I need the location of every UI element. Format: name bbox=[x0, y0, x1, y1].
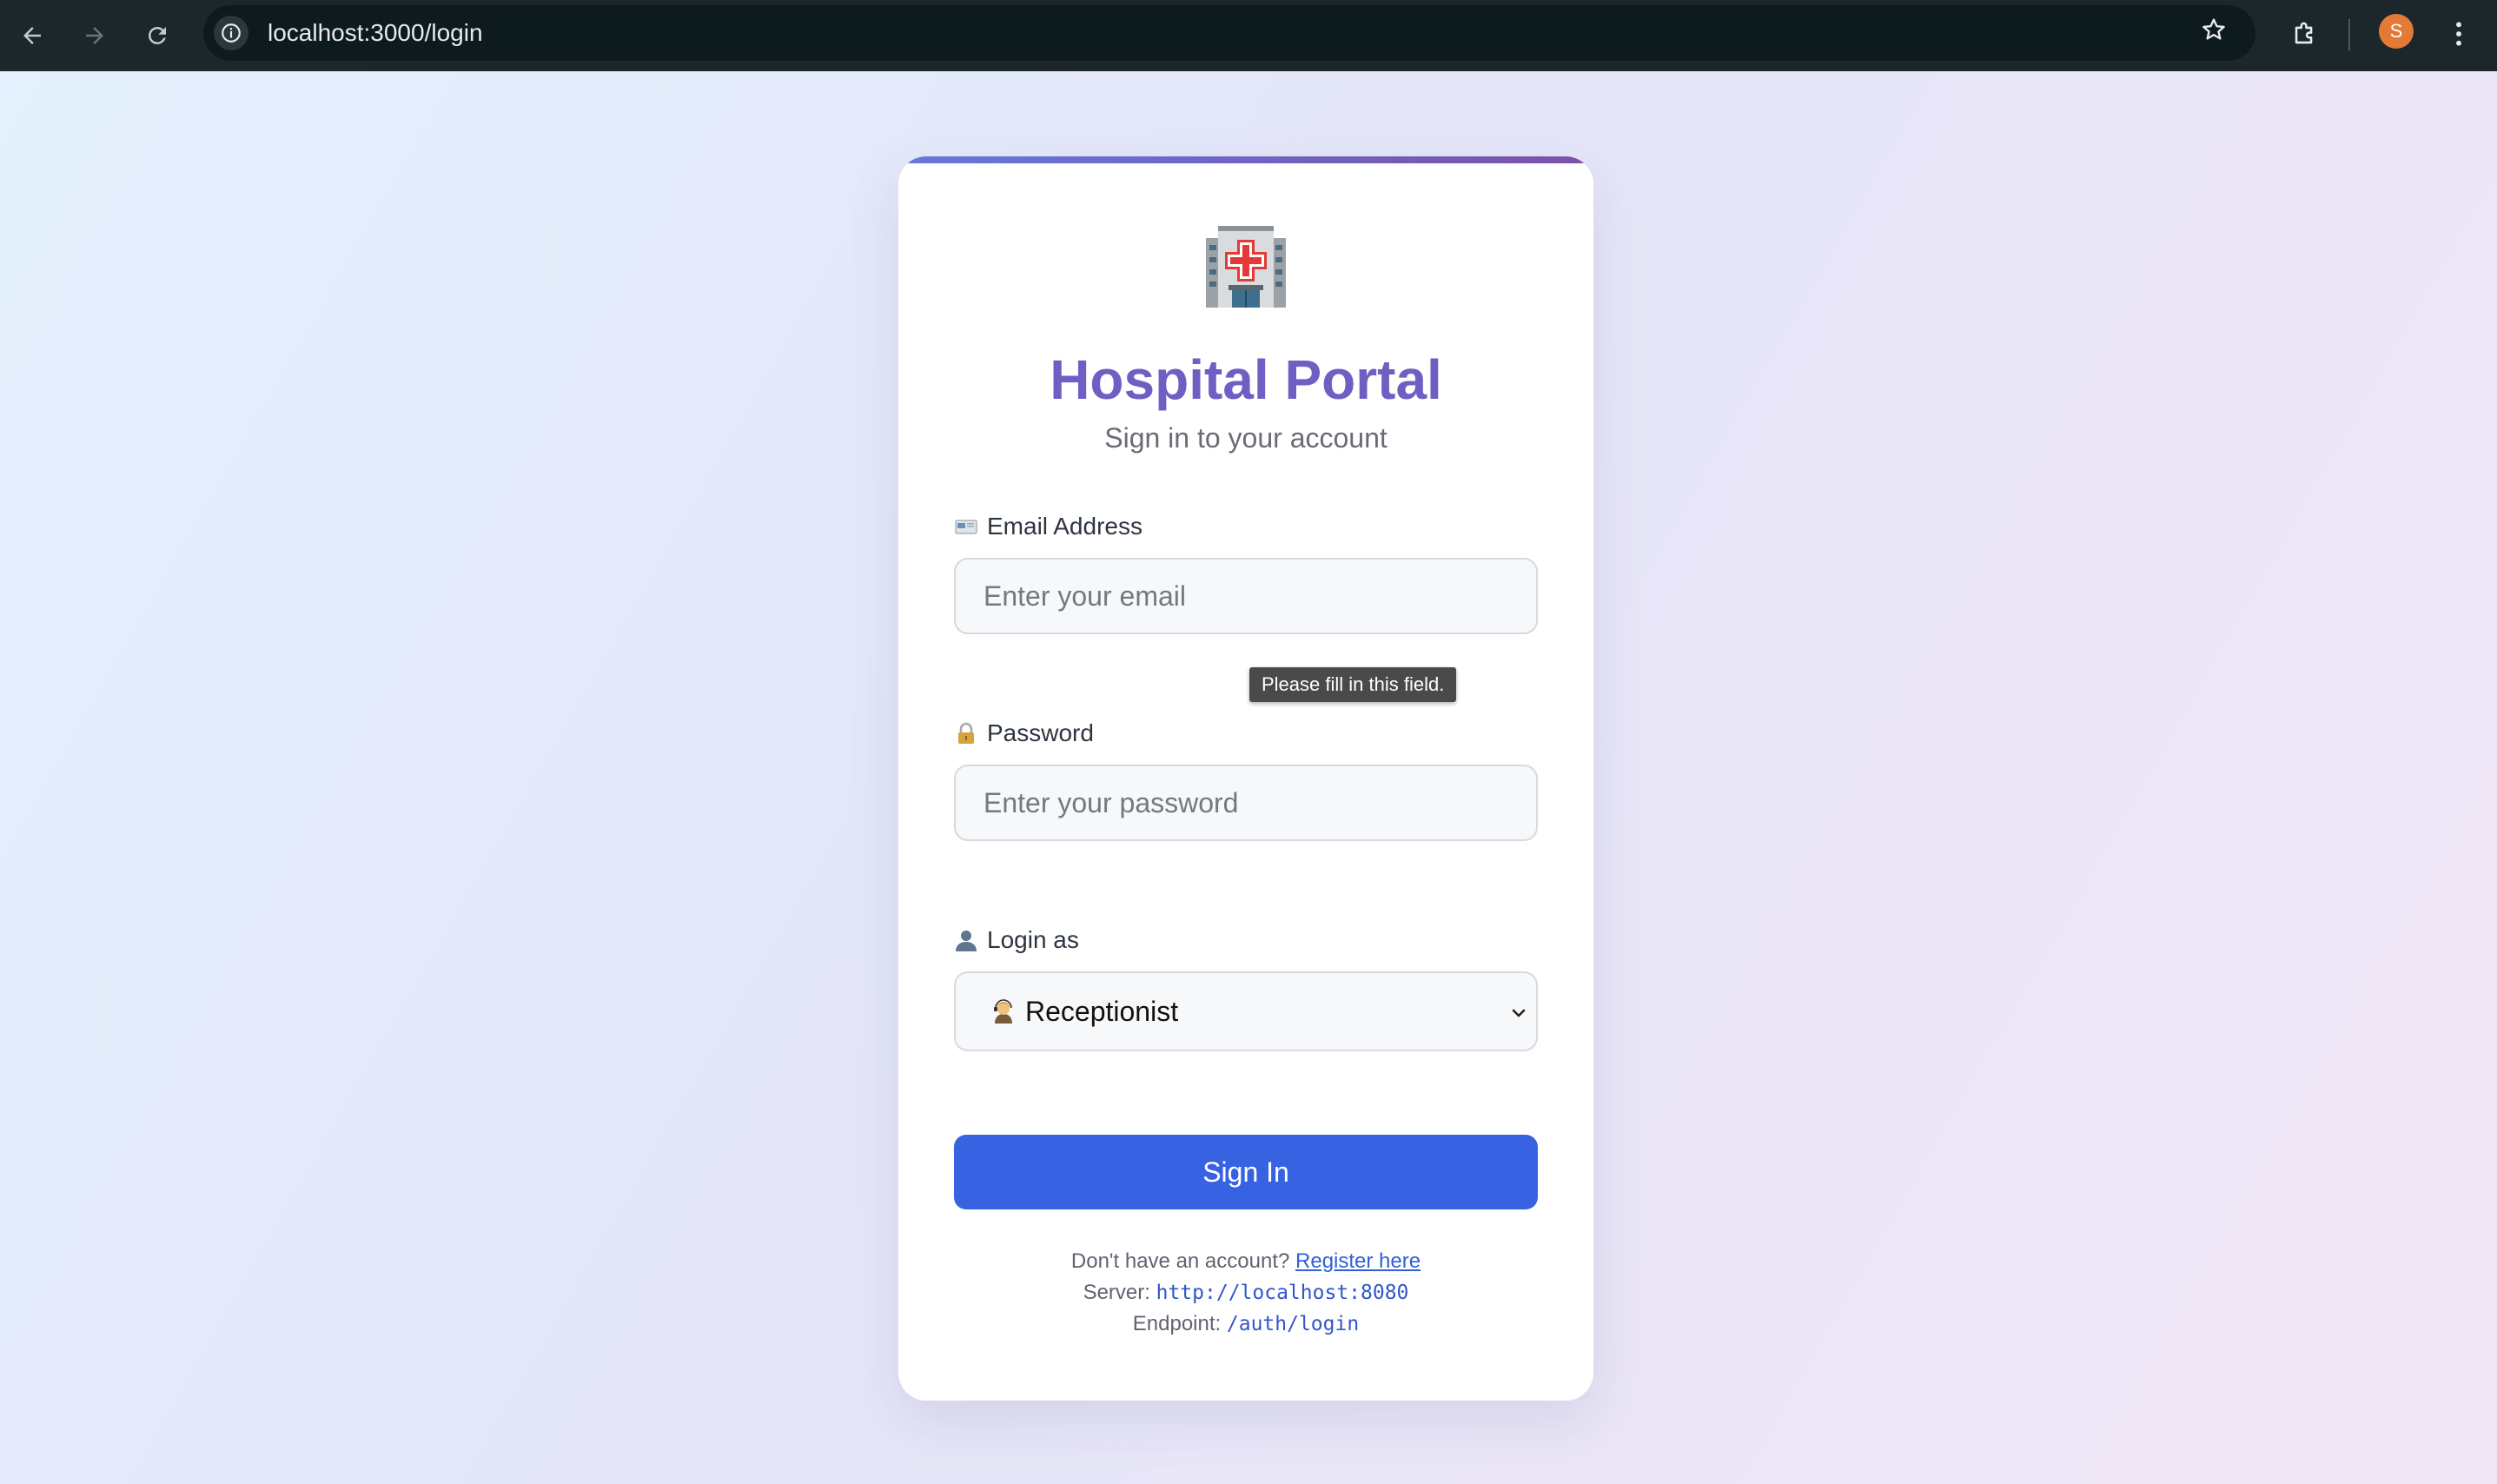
more-vertical-icon bbox=[2456, 22, 2461, 46]
password-field[interactable] bbox=[954, 765, 1538, 841]
role-label-text: Login as bbox=[987, 926, 1079, 953]
validation-tooltip: Please fill in this field. bbox=[1249, 667, 1457, 702]
toolbar-divider bbox=[2348, 19, 2350, 50]
arrow-right-icon bbox=[86, 27, 103, 44]
reload-icon bbox=[149, 26, 166, 44]
puzzle-icon bbox=[2295, 22, 2313, 44]
address-bar[interactable]: localhost:3000/login bbox=[203, 5, 2255, 61]
user-silhouette-icon bbox=[956, 931, 977, 951]
forward-button[interactable] bbox=[75, 16, 115, 56]
password-label: Password bbox=[954, 719, 1094, 747]
endpoint-value: /auth/login bbox=[1226, 1313, 1360, 1335]
info-icon bbox=[222, 23, 241, 43]
receptionist-icon bbox=[994, 999, 1012, 1024]
card-accent-bar bbox=[898, 156, 1593, 163]
role-label: Login as bbox=[954, 926, 1079, 954]
email-label: Email Address bbox=[954, 513, 1143, 540]
lock-icon bbox=[958, 722, 974, 744]
extensions-button[interactable] bbox=[2285, 14, 2325, 54]
role-select[interactable]: Receptionist bbox=[954, 971, 1538, 1051]
profile-avatar[interactable]: S bbox=[2379, 14, 2414, 49]
url-text[interactable]: localhost:3000/login bbox=[268, 5, 483, 61]
endpoint-line: Endpoint: /auth/login bbox=[898, 1312, 1593, 1336]
reload-button[interactable] bbox=[137, 16, 177, 56]
register-prompt: Don't have an account? bbox=[1070, 1249, 1290, 1273]
server-label: Server: bbox=[1083, 1281, 1150, 1304]
email-field[interactable] bbox=[954, 558, 1538, 634]
role-select-value: Receptionist bbox=[1025, 995, 1179, 1027]
hospital-icon bbox=[1206, 226, 1286, 308]
browser-toolbar: localhost:3000/login S bbox=[0, 0, 2497, 71]
page-title: Hospital Portal bbox=[1050, 348, 1442, 411]
bookmark-button[interactable] bbox=[2196, 12, 2231, 47]
site-info-button[interactable] bbox=[214, 16, 248, 50]
server-value: http://localhost:8080 bbox=[1156, 1282, 1409, 1304]
server-line: Server: http://localhost:8080 bbox=[898, 1281, 1593, 1305]
email-label-text: Email Address bbox=[987, 513, 1143, 540]
sign-in-button[interactable]: Sign In bbox=[954, 1135, 1538, 1209]
password-label-text: Password bbox=[987, 719, 1094, 746]
arrow-left-icon bbox=[23, 27, 41, 44]
register-line: Don't have an account? Register here bbox=[898, 1249, 1593, 1274]
back-button[interactable] bbox=[12, 16, 52, 56]
envelope-icon bbox=[955, 520, 977, 534]
page-subtitle: Sign in to your account bbox=[1104, 422, 1388, 454]
star-icon bbox=[2202, 18, 2225, 40]
browser-menu-button[interactable] bbox=[2441, 14, 2476, 54]
chevron-down-icon bbox=[1512, 1009, 1526, 1017]
register-link[interactable]: Register here bbox=[1295, 1249, 1421, 1273]
endpoint-label: Endpoint: bbox=[1132, 1312, 1222, 1335]
login-card: Hospital Portal Sign in to your account … bbox=[898, 156, 1593, 1401]
